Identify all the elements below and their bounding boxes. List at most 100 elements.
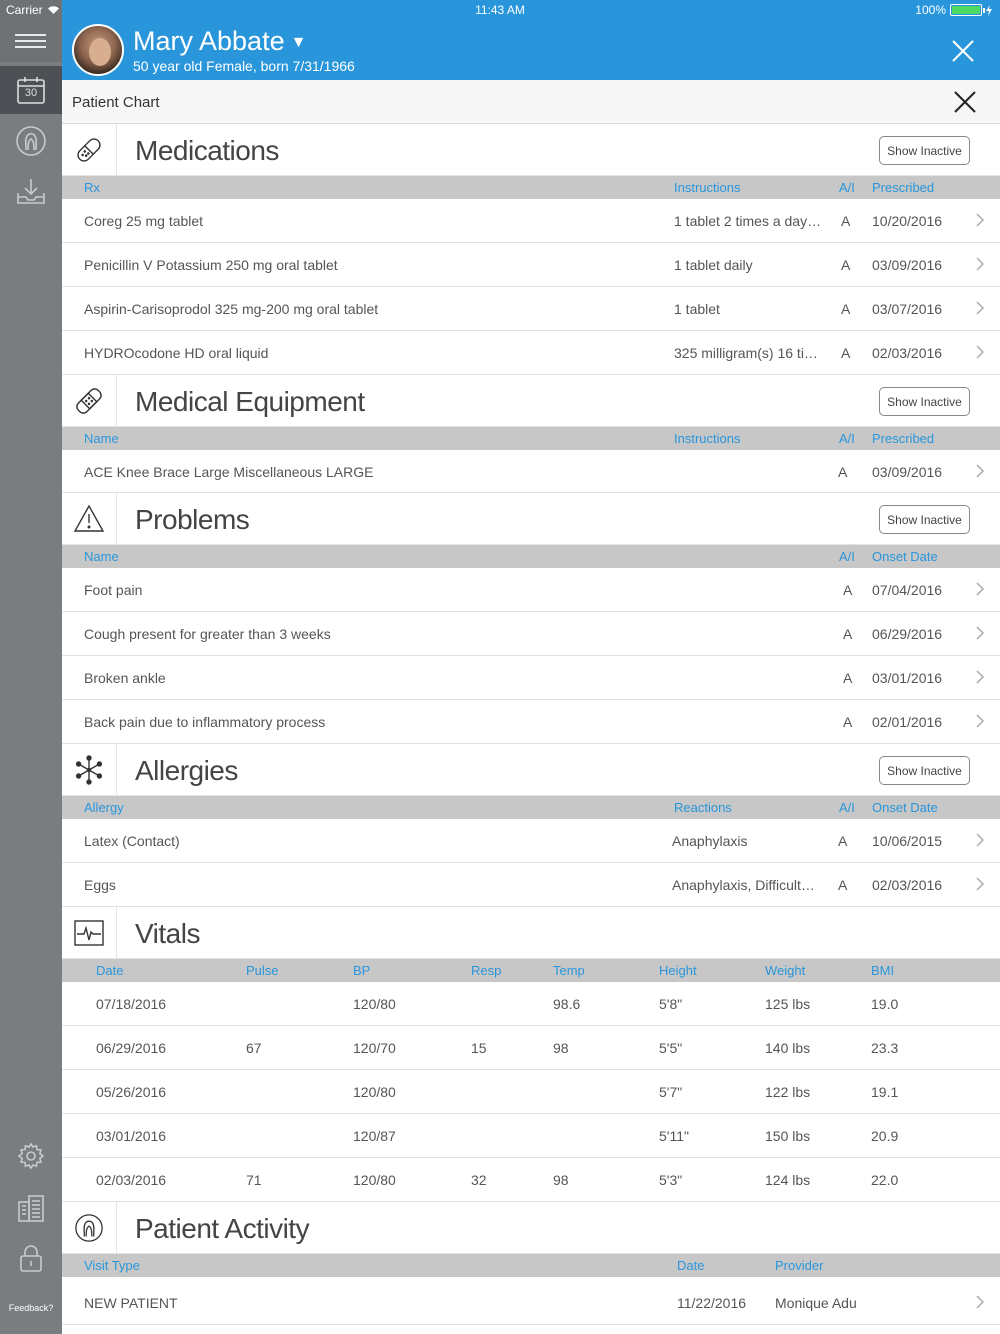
chart-close-icon[interactable] bbox=[952, 89, 978, 115]
sidebar-item-settings[interactable] bbox=[0, 1131, 62, 1181]
table-row[interactable]: Foot pain A 07/04/2016 bbox=[62, 568, 1000, 612]
col-visit-type[interactable]: Visit Type bbox=[84, 1258, 140, 1273]
allergies-header: Allergies Show Inactive bbox=[62, 744, 1000, 796]
table-row[interactable]: Latex (Contact) Anaphylaxis A 10/06/2015 bbox=[62, 819, 1000, 863]
table-row[interactable]: Aspirin-Carisoprodol 325 mg-200 mg oral … bbox=[62, 287, 1000, 331]
medications-header: Medications Show Inactive bbox=[62, 124, 1000, 176]
col-instructions[interactable]: Instructions bbox=[674, 180, 740, 195]
feedback-link[interactable]: Feedback? bbox=[0, 1303, 62, 1313]
allergies-show-inactive-button[interactable]: Show Inactive bbox=[879, 756, 970, 785]
avatar[interactable] bbox=[72, 24, 124, 76]
col-date[interactable]: Date bbox=[677, 1258, 704, 1273]
col-pulse[interactable]: Pulse bbox=[246, 963, 279, 978]
equipment-icon-box bbox=[62, 375, 117, 427]
table-row[interactable]: Broken ankle A 03/01/2016 bbox=[62, 656, 1000, 700]
col-name[interactable]: Name bbox=[84, 431, 119, 446]
chart-content: Medications Show Inactive Rx Instruction… bbox=[62, 124, 1000, 1325]
col-onset-date[interactable]: Onset Date bbox=[872, 549, 938, 564]
lock-icon bbox=[20, 1245, 42, 1272]
chevron-right-icon bbox=[976, 626, 984, 640]
col-prescribed[interactable]: Prescribed bbox=[872, 431, 934, 446]
col-ai[interactable]: A/I bbox=[839, 800, 855, 815]
table-row: 02/03/2016 71 120/80 32 98 5'3" 124 lbs … bbox=[62, 1158, 1000, 1202]
col-bp[interactable]: BP bbox=[353, 963, 370, 978]
table-row: 03/01/2016 120/87 5'11" 150 lbs 20.9 bbox=[62, 1114, 1000, 1158]
col-provider[interactable]: Provider bbox=[775, 1258, 823, 1273]
col-date[interactable]: Date bbox=[96, 963, 123, 978]
table-row[interactable]: NEW PATIENT 11/22/2016 Monique Adu bbox=[62, 1277, 1000, 1325]
allergies-icon-box bbox=[62, 744, 117, 796]
chevron-right-icon bbox=[976, 670, 984, 684]
problems-icon-box bbox=[62, 493, 117, 545]
medications-icon-box bbox=[62, 124, 117, 176]
activity-header: Patient Activity bbox=[62, 1202, 1000, 1254]
sidebar-item-inbox[interactable] bbox=[0, 166, 62, 216]
sidebar: 30 Feedback? bbox=[0, 0, 62, 1334]
chevron-right-icon bbox=[976, 877, 984, 891]
table-row[interactable]: Back pain due to inflammatory process A … bbox=[62, 700, 1000, 744]
vitals-icon-box bbox=[62, 907, 117, 959]
problems-header: Problems Show Inactive bbox=[62, 493, 1000, 545]
medications-title: Medications bbox=[135, 135, 279, 166]
col-prescribed[interactable]: Prescribed bbox=[872, 180, 934, 195]
chevron-right-icon bbox=[976, 257, 984, 271]
medications-list: Coreg 25 mg tablet 1 tablet 2 times a da… bbox=[62, 199, 1000, 375]
hamburger-icon[interactable] bbox=[15, 34, 46, 50]
col-ai[interactable]: A/I bbox=[839, 431, 855, 446]
col-onset-date[interactable]: Onset Date bbox=[872, 800, 938, 815]
inbox-icon bbox=[17, 179, 45, 204]
table-row[interactable]: Coreg 25 mg tablet 1 tablet 2 times a da… bbox=[62, 199, 1000, 243]
table-row[interactable]: ACE Knee Brace Large Miscellaneous LARGE… bbox=[62, 450, 1000, 493]
equipment-show-inactive-button[interactable]: Show Inactive bbox=[879, 387, 970, 416]
allergies-title: Allergies bbox=[135, 755, 238, 786]
patient-icon bbox=[16, 126, 46, 156]
col-height[interactable]: Height bbox=[659, 963, 697, 978]
charging-icon bbox=[986, 4, 992, 16]
battery-icon bbox=[950, 4, 985, 16]
medications-column-header: Rx Instructions A/I Prescribed bbox=[62, 176, 1000, 199]
vitals-title: Vitals bbox=[135, 918, 200, 949]
patient-activity-icon bbox=[75, 1214, 103, 1242]
col-name[interactable]: Name bbox=[84, 549, 119, 564]
pill-icon bbox=[77, 138, 101, 162]
col-temp[interactable]: Temp bbox=[553, 963, 585, 978]
sidebar-item-lock[interactable] bbox=[0, 1233, 62, 1283]
col-weight[interactable]: Weight bbox=[765, 963, 805, 978]
close-icon[interactable] bbox=[948, 36, 978, 66]
table-row[interactable]: Eggs Anaphylaxis, Difficult… A 02/03/201… bbox=[62, 863, 1000, 907]
activity-column-header: Visit Type Date Provider bbox=[62, 1254, 1000, 1277]
building-icon bbox=[18, 1195, 44, 1222]
medications-show-inactive-button[interactable]: Show Inactive bbox=[879, 136, 970, 165]
chevron-right-icon bbox=[976, 345, 984, 359]
chevron-right-icon bbox=[976, 714, 984, 728]
caret-down-icon: ▼ bbox=[290, 33, 307, 51]
chevron-right-icon bbox=[976, 833, 984, 847]
col-ai[interactable]: A/I bbox=[839, 180, 855, 195]
patient-name-dropdown[interactable]: Mary Abbate ▼ bbox=[133, 26, 306, 57]
sidebar-item-calendar[interactable]: 30 bbox=[0, 66, 62, 114]
problems-show-inactive-button[interactable]: Show Inactive bbox=[879, 505, 970, 534]
chevron-right-icon bbox=[976, 464, 984, 478]
col-ai[interactable]: A/I bbox=[839, 549, 855, 564]
col-resp[interactable]: Resp bbox=[471, 963, 501, 978]
col-allergy[interactable]: Allergy bbox=[84, 800, 124, 815]
equipment-title: Medical Equipment bbox=[135, 386, 365, 417]
table-row: 07/18/2016 120/80 98.6 5'8" 125 lbs 19.0 bbox=[62, 982, 1000, 1026]
page-title: Patient Chart bbox=[72, 94, 160, 111]
problems-column-header: Name A/I Onset Date bbox=[62, 545, 1000, 568]
status-bar: Carrier 11:43 AM 100% bbox=[0, 0, 1000, 20]
table-row[interactable]: Penicillin V Potassium 250 mg oral table… bbox=[62, 243, 1000, 287]
col-bmi[interactable]: BMI bbox=[871, 963, 894, 978]
gear-icon bbox=[17, 1142, 45, 1170]
table-row[interactable]: Cough present for greater than 3 weeks A… bbox=[62, 612, 1000, 656]
col-rx[interactable]: Rx bbox=[84, 180, 100, 195]
col-reactions[interactable]: Reactions bbox=[674, 800, 732, 815]
activity-list: NEW PATIENT 11/22/2016 Monique Adu bbox=[62, 1277, 1000, 1325]
sidebar-item-organization[interactable] bbox=[0, 1183, 62, 1233]
col-instructions[interactable]: Instructions bbox=[674, 431, 740, 446]
activity-title: Patient Activity bbox=[135, 1213, 310, 1244]
table-row[interactable]: HYDROcodone HD oral liquid 325 milligram… bbox=[62, 331, 1000, 375]
calendar-icon: 30 bbox=[16, 75, 46, 105]
patient-name: Mary Abbate bbox=[133, 26, 285, 56]
sidebar-item-patients[interactable] bbox=[0, 116, 62, 166]
